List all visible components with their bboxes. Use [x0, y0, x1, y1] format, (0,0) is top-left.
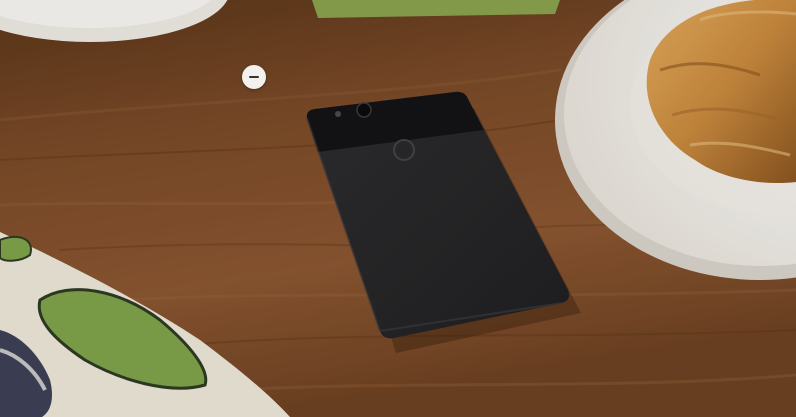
minus-icon [249, 76, 259, 78]
overlay-minus-button[interactable] [242, 65, 266, 89]
photo-illustration [0, 0, 796, 417]
photo-vignette [0, 0, 796, 417]
product-photo [0, 0, 796, 417]
